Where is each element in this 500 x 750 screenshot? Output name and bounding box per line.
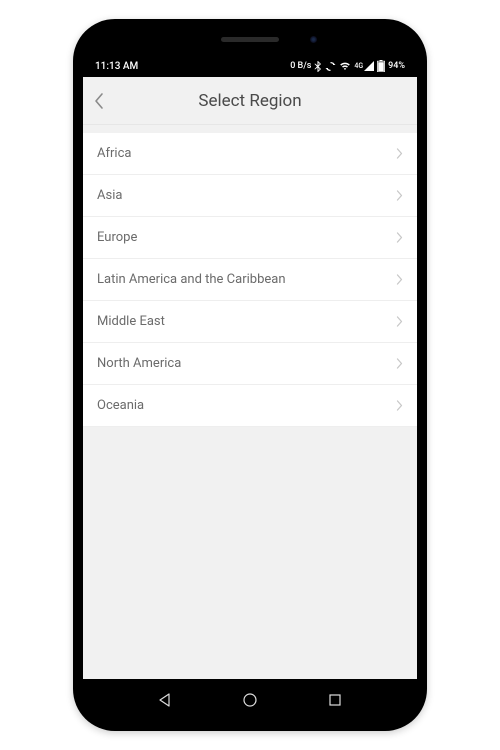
- chevron-right-icon: [396, 396, 403, 415]
- nav-home-button[interactable]: [230, 692, 270, 708]
- list-item-label: Africa: [97, 146, 131, 161]
- bluetooth-icon: [314, 61, 322, 72]
- list-item-label: North America: [97, 356, 181, 371]
- status-speed: 0 B/s: [290, 61, 311, 71]
- list-item-label: Europe: [97, 230, 137, 245]
- list-item-label: Latin America and the Caribbean: [97, 272, 286, 287]
- phone-camera: [310, 36, 317, 43]
- app-content: Select Region Africa Asia Europe Latin A…: [83, 77, 417, 679]
- list-item-label: Asia: [97, 188, 122, 203]
- square-recent-icon: [327, 692, 343, 708]
- signal-icon: [364, 61, 374, 71]
- chevron-right-icon: [396, 186, 403, 205]
- status-bar: 11:13 AM 0 B/s 4G 94%: [83, 55, 417, 77]
- content-filler: [83, 427, 417, 679]
- phone-frame: 11:13 AM 0 B/s 4G 94% Select Region: [73, 19, 427, 731]
- wifi-icon: [339, 61, 351, 71]
- battery-icon: [377, 60, 385, 72]
- back-button[interactable]: [93, 77, 105, 124]
- nav-recent-button[interactable]: [315, 692, 355, 708]
- app-header: Select Region: [83, 77, 417, 125]
- region-item-oceania[interactable]: Oceania: [83, 385, 417, 427]
- status-indicators: 0 B/s 4G 94%: [290, 60, 405, 72]
- nav-back-button[interactable]: [145, 692, 185, 708]
- page-title: Select Region: [83, 91, 417, 111]
- region-item-africa[interactable]: Africa: [83, 133, 417, 175]
- region-list: Africa Asia Europe Latin America and the…: [83, 133, 417, 427]
- sync-icon: [325, 61, 336, 72]
- region-item-north-america[interactable]: North America: [83, 343, 417, 385]
- circle-home-icon: [242, 692, 258, 708]
- list-item-label: Middle East: [97, 314, 165, 329]
- region-item-asia[interactable]: Asia: [83, 175, 417, 217]
- signal-label: 4G: [354, 62, 363, 70]
- region-item-europe[interactable]: Europe: [83, 217, 417, 259]
- android-nav-bar: [83, 679, 417, 721]
- status-time: 11:13 AM: [95, 61, 138, 72]
- chevron-right-icon: [396, 354, 403, 373]
- phone-screen: 11:13 AM 0 B/s 4G 94% Select Region: [83, 29, 417, 721]
- phone-earpiece: [221, 37, 279, 42]
- chevron-right-icon: [396, 270, 403, 289]
- triangle-back-icon: [157, 692, 173, 708]
- status-battery: 94%: [388, 61, 405, 71]
- region-item-middle-east[interactable]: Middle East: [83, 301, 417, 343]
- chevron-right-icon: [396, 312, 403, 331]
- region-item-latin-america[interactable]: Latin America and the Caribbean: [83, 259, 417, 301]
- list-item-label: Oceania: [97, 398, 144, 413]
- chevron-left-icon: [93, 92, 105, 110]
- chevron-right-icon: [396, 228, 403, 247]
- chevron-right-icon: [396, 144, 403, 163]
